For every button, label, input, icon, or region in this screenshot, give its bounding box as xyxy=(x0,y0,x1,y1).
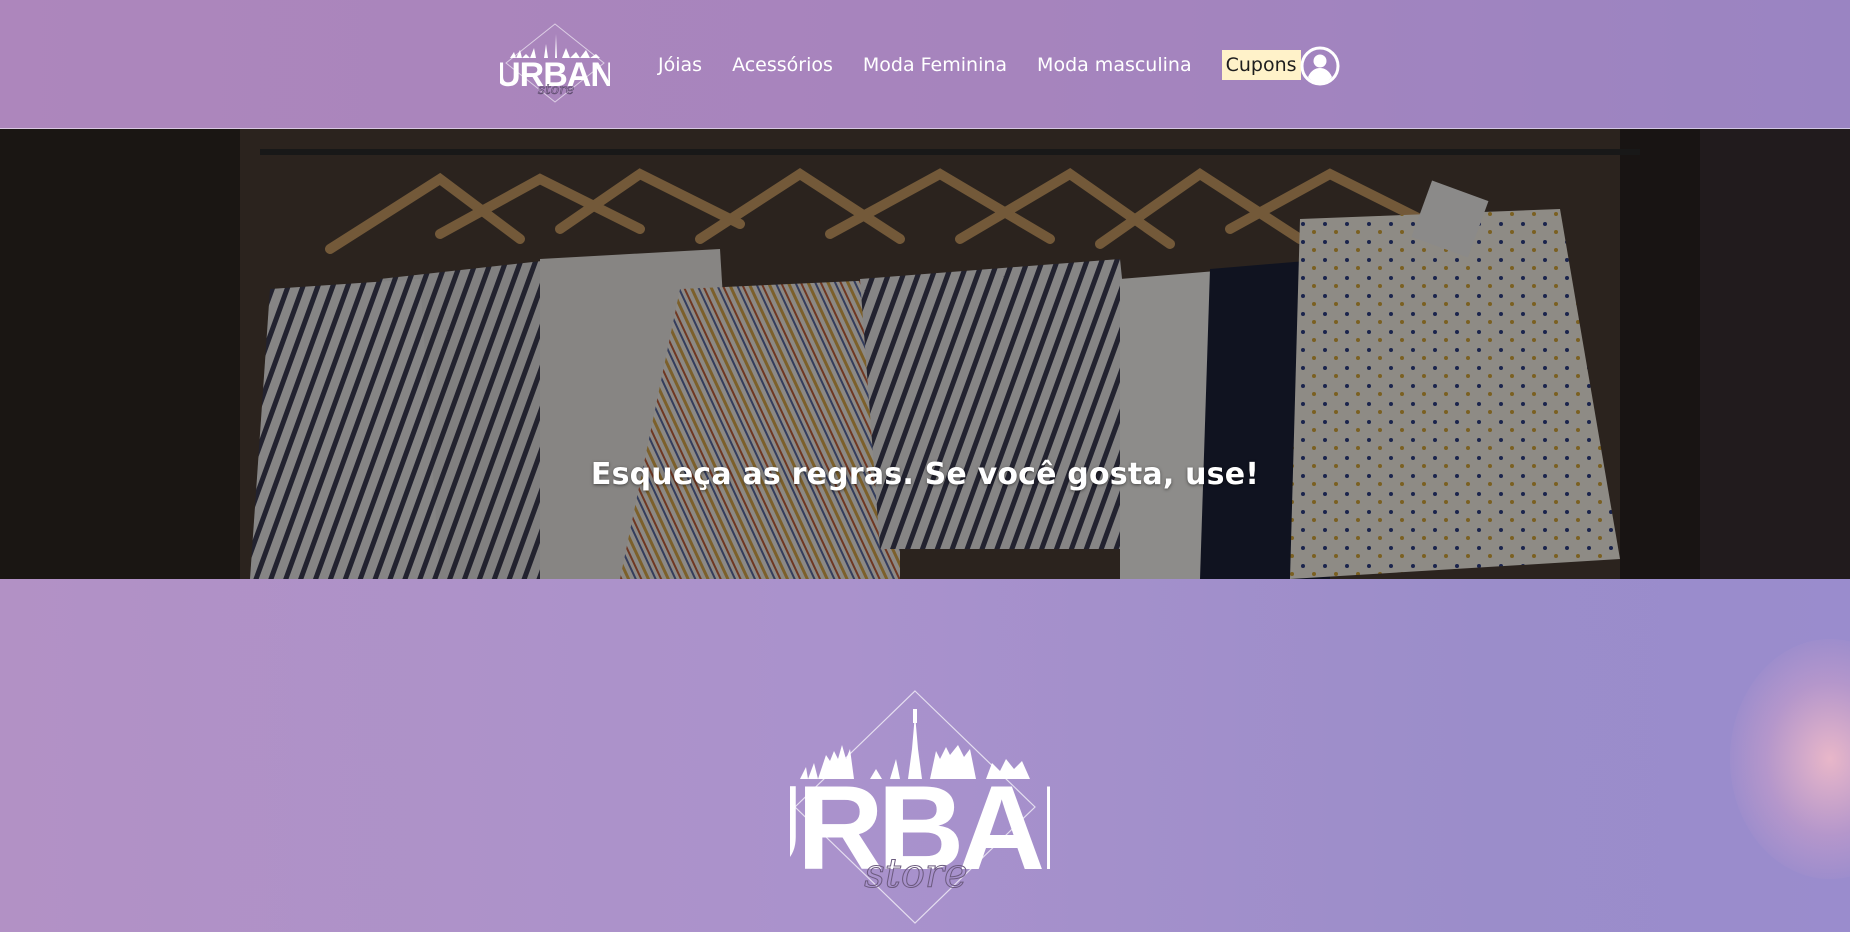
user-circle-icon[interactable] xyxy=(1300,46,1340,86)
hero-title: Esqueça as regras. Se você gosta, use! xyxy=(590,457,1260,492)
decorative-glow xyxy=(1730,639,1850,879)
brand-logo[interactable]: URBAN store xyxy=(496,22,615,104)
nav-item-moda-feminina[interactable]: Moda Feminina xyxy=(863,54,1007,76)
nav-item-acessorios[interactable]: Acessórios xyxy=(732,54,833,76)
brand-logo-script: store xyxy=(538,82,574,98)
brand-section: URBAN store xyxy=(0,579,1850,932)
brand-logo-large-script: store xyxy=(864,851,967,897)
hero-banner: Esqueça as regras. Se você gosta, use! xyxy=(0,129,1850,579)
site-header: URBAN store Jóias Acessórios Moda Femini… xyxy=(0,0,1850,129)
nav-item-joias[interactable]: Jóias xyxy=(658,54,702,76)
hero-overlay xyxy=(0,129,1850,579)
main-nav: Jóias Acessórios Moda Feminina Moda masc… xyxy=(658,50,1331,80)
nav-item-cupons[interactable]: Cupons xyxy=(1221,50,1301,80)
nav-item-moda-masculina[interactable]: Moda masculina xyxy=(1037,54,1192,76)
brand-logo-large: URBAN store xyxy=(716,689,1126,932)
